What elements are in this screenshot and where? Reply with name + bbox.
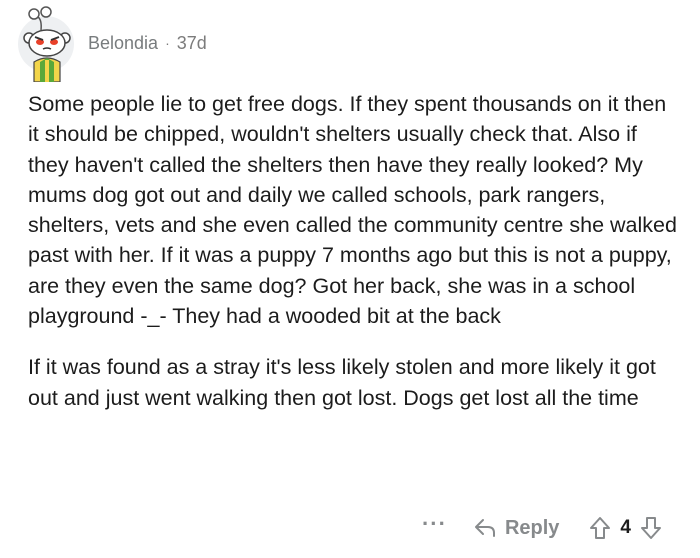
comment-meta: Belondia · 37d bbox=[88, 33, 207, 54]
vote-count: 4 bbox=[620, 517, 631, 538]
vote-controls: 4 bbox=[589, 516, 662, 540]
comment-header: Belondia · 37d bbox=[18, 6, 207, 82]
comment-age[interactable]: 37d bbox=[177, 33, 207, 54]
comment-body: Some people lie to get free dogs. If the… bbox=[28, 89, 678, 413]
reply-arrow-icon bbox=[474, 519, 495, 537]
downvote-arrow-icon[interactable] bbox=[640, 516, 662, 540]
upvote-arrow-icon[interactable] bbox=[589, 516, 611, 540]
comment-paragraph: Some people lie to get free dogs. If the… bbox=[28, 92, 677, 329]
comment: Belondia · 37d Some people lie to get fr… bbox=[0, 0, 700, 558]
reply-button[interactable]: Reply bbox=[473, 517, 559, 540]
meta-separator: · bbox=[165, 35, 170, 51]
comment-actions: ··· Reply 4 bbox=[422, 512, 662, 544]
author-username[interactable]: Belondia bbox=[88, 33, 158, 54]
comment-paragraph: If it was found as a stray it's less lik… bbox=[28, 355, 656, 410]
snoo-avatar-icon bbox=[23, 6, 71, 82]
more-dots-icon[interactable]: ··· bbox=[422, 513, 447, 535]
reply-label: Reply bbox=[504, 516, 560, 539]
avatar[interactable] bbox=[18, 6, 74, 82]
